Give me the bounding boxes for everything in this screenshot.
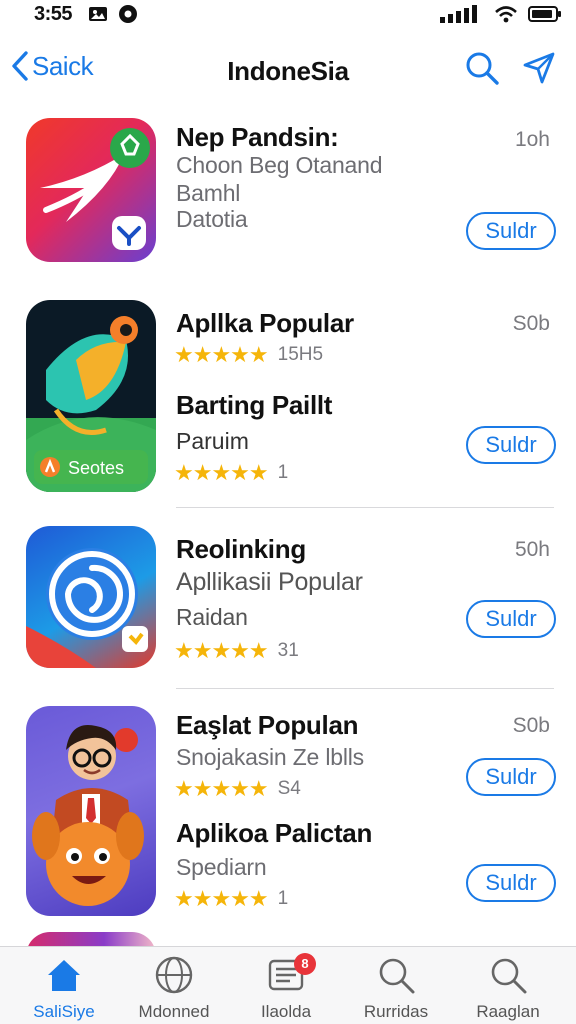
rocket-icon [40, 128, 150, 250]
send-icon[interactable] [522, 51, 556, 85]
status-time: 3:55 [34, 3, 73, 25]
tab-discover[interactable]: Mdonned [124, 955, 224, 1022]
app-title: Reolinking [176, 534, 306, 564]
tab-label: Ilaolda [260, 1002, 312, 1021]
status-bar: 3:55 [0, 0, 576, 32]
get-button[interactable]: Suldr [466, 600, 556, 638]
character-icon [32, 725, 144, 906]
app-time: 1oh [514, 128, 550, 151]
rating: ★★★★★ S4 [174, 778, 301, 800]
app-subtitle: Apllikasii Popular [176, 568, 363, 596]
rating: ★★★★★ 31 [174, 640, 299, 662]
tab-label: Mdonned [138, 1002, 210, 1021]
app-title: Aplikoa Palictan [176, 818, 373, 848]
search-icon [379, 958, 415, 994]
tab-label: SaliSiye [33, 1002, 95, 1021]
search-icon [491, 958, 527, 994]
rating: ★★★★★ 15H5 [174, 344, 323, 366]
app-line: Raidan [176, 604, 248, 630]
star-icon: ★★★★★ [174, 886, 269, 911]
get-button[interactable]: Suldr [466, 212, 556, 250]
app-title: Nep Pandsin: [176, 122, 339, 152]
app-icon [26, 526, 156, 668]
tab-label: Rurridas [363, 1002, 429, 1021]
icon-badge-text: Seotes [68, 458, 125, 478]
tab-search-2[interactable]: Raaglan [458, 955, 558, 1022]
app-icon [26, 706, 156, 916]
star-icon: ★★★★★ [174, 638, 269, 663]
app-line: Bamhl [176, 180, 241, 206]
rating-count: 1 [277, 462, 289, 483]
get-button[interactable]: Suldr [466, 758, 556, 796]
star-icon: ★★★★★ [174, 776, 269, 801]
app-line: Datotia [176, 206, 248, 232]
app-icon: Seotes [26, 300, 156, 492]
signal-icon [440, 5, 477, 23]
rating-count: 31 [277, 640, 299, 661]
rating: ★★★★★ 1 [174, 888, 288, 910]
search-icon[interactable] [464, 50, 500, 86]
navigation-bar: Saick IndoneSia [0, 36, 576, 106]
app-line: Spediarn [176, 854, 267, 880]
photo-icon [89, 7, 107, 21]
app-subtitle: Snojakasin Ze lblls [176, 744, 364, 770]
app-time: 50h [514, 538, 550, 561]
tab-label: Raaglan [476, 1002, 540, 1021]
record-icon [119, 5, 137, 23]
rating-count: 1 [277, 888, 289, 909]
notification-badge: 8 [294, 953, 316, 975]
star-icon: ★★★★★ [174, 342, 269, 367]
spiral-icon [26, 548, 148, 668]
star-icon: ★★★★★ [174, 460, 269, 485]
divider [176, 688, 554, 689]
app-title: Apllka Popular [176, 308, 354, 338]
rating: ★★★★★ 1 [174, 462, 288, 484]
home-icon [48, 960, 80, 991]
battery-icon [528, 6, 561, 22]
app-time: S0b [512, 714, 550, 737]
divider [176, 507, 554, 508]
tab-home[interactable]: SaliSiye [14, 955, 114, 1022]
wifi-icon [495, 6, 517, 23]
get-button[interactable]: Suldr [466, 426, 556, 464]
app-title: Barting Paillt [176, 390, 333, 420]
app-subtitle: Choon Beg Otanand [176, 152, 383, 178]
app-icon [26, 118, 156, 262]
rating-count: S4 [277, 778, 301, 799]
globe-icon [155, 956, 193, 994]
app-title: Eaşlat Populan [176, 710, 359, 740]
tab-bar: SaliSiye Mdonned 8 Ilaolda Rurridas Raag… [0, 946, 576, 1024]
rating-count: 15H5 [277, 344, 324, 365]
app-line: Paruim [176, 428, 249, 454]
tab-search[interactable]: Rurridas [346, 955, 446, 1022]
get-button[interactable]: Suldr [466, 864, 556, 902]
app-time: S0b [512, 312, 550, 335]
tab-updates[interactable]: 8 Ilaolda [236, 953, 336, 1022]
